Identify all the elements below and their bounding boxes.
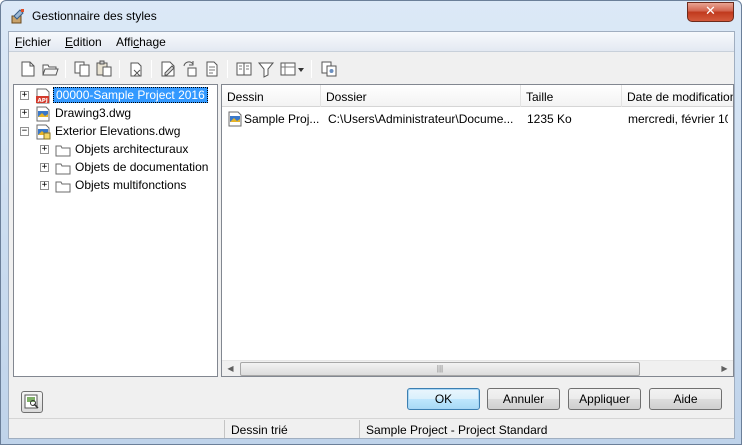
toolbar bbox=[9, 53, 734, 83]
column-header-dossier[interactable]: Dossier bbox=[321, 85, 521, 107]
toolbar-separator bbox=[311, 60, 312, 78]
collapse-toggle[interactable]: − bbox=[20, 127, 29, 136]
window-title: Gestionnaire des styles bbox=[32, 9, 157, 23]
status-cell-empty bbox=[9, 420, 224, 438]
menu-bar: Fichier Edition Affichage bbox=[9, 32, 734, 52]
tree-item-sample-project[interactable]: + APJ 00000-Sample Project 2016 bbox=[14, 87, 214, 105]
column-header-taille[interactable]: Taille bbox=[521, 85, 622, 107]
folder-icon bbox=[55, 145, 71, 157]
properties-icon[interactable] bbox=[203, 60, 221, 78]
close-button[interactable]: ✕ bbox=[687, 2, 734, 22]
purge-icon[interactable] bbox=[127, 60, 145, 78]
tree-label: Objets multifonctions bbox=[75, 178, 187, 192]
horizontal-scrollbar[interactable]: ◀ ||| ▶ bbox=[222, 360, 733, 376]
scroll-right-arrow[interactable]: ▶ bbox=[716, 361, 733, 376]
folder-icon bbox=[55, 181, 71, 193]
cancel-button[interactable]: Annuler bbox=[487, 388, 560, 410]
drawing-icon bbox=[228, 111, 242, 127]
expand-toggle[interactable]: + bbox=[20, 109, 29, 118]
folder-icon bbox=[55, 163, 71, 175]
table-row[interactable]: Sample Proj... C:\Users\Administrateur\D… bbox=[222, 109, 733, 129]
toggle-viewer-button[interactable] bbox=[21, 391, 43, 413]
project-icon: APJ bbox=[36, 88, 50, 104]
title-bar[interactable]: Gestionnaire des styles ✕ bbox=[1, 1, 741, 31]
edit-icon[interactable] bbox=[159, 60, 177, 78]
tree-label: Exterior Elevations.dwg bbox=[55, 124, 181, 138]
tree-item-exterior-elevations[interactable]: − Exterior Elevations.dwg bbox=[14, 123, 214, 141]
status-sort: Dessin trié bbox=[224, 420, 359, 438]
menu-fichier[interactable]: Fichier bbox=[15, 35, 51, 49]
drawing-icon bbox=[36, 106, 50, 122]
status-project-standard: Sample Project - Project Standard bbox=[359, 420, 559, 438]
toolbar-separator bbox=[119, 60, 120, 78]
toggle-view-icon[interactable] bbox=[235, 60, 253, 78]
menu-affichage[interactable]: Affichage bbox=[116, 35, 166, 49]
scroll-left-arrow[interactable]: ◀ bbox=[222, 361, 239, 376]
new-icon[interactable] bbox=[19, 60, 37, 78]
view-options-icon[interactable] bbox=[279, 60, 305, 78]
copy-icon[interactable] bbox=[73, 60, 91, 78]
toolbar-separator bbox=[151, 60, 152, 78]
ok-button[interactable]: OK bbox=[407, 388, 480, 410]
settings-icon[interactable] bbox=[320, 60, 338, 78]
column-header-date[interactable]: Date de modification bbox=[622, 85, 733, 107]
drawing-list[interactable]: Dessin Dossier Taille Date de modificati… bbox=[221, 84, 734, 377]
tree-item-drawing3[interactable]: + Drawing3.dwg bbox=[14, 105, 214, 123]
tree-item-objets-multifonctions[interactable]: + Objets multifonctions bbox=[14, 177, 214, 195]
expand-toggle[interactable]: + bbox=[40, 145, 49, 154]
tree-item-objets-de-documentation[interactable]: + Objets de documentation bbox=[14, 159, 214, 177]
paste-icon[interactable] bbox=[95, 60, 113, 78]
cell-taille: 1235 Ko bbox=[527, 112, 572, 126]
cell-date: mercredi, février 10, 2 bbox=[628, 112, 728, 126]
sort-icon[interactable] bbox=[181, 60, 199, 78]
expand-toggle[interactable]: + bbox=[20, 91, 29, 100]
cell-dessin: Sample Proj... bbox=[244, 112, 320, 126]
drawing-icon bbox=[36, 124, 51, 140]
tree-pane[interactable]: + APJ 00000-Sample Project 2016 + Drawin… bbox=[13, 84, 218, 377]
tree-label: Drawing3.dwg bbox=[55, 106, 132, 120]
filter-icon[interactable] bbox=[257, 60, 275, 78]
style-manager-icon bbox=[11, 9, 24, 24]
svg-text:APJ: APJ bbox=[38, 98, 48, 104]
expand-toggle[interactable]: + bbox=[40, 163, 49, 172]
style-manager-window: Gestionnaire des styles ✕ Fichier Editio… bbox=[0, 0, 742, 445]
tree-label: Objets architecturaux bbox=[75, 142, 189, 156]
expand-toggle[interactable]: + bbox=[40, 181, 49, 190]
client-area: Fichier Edition Affichage + APJ 00000-Sa… bbox=[8, 31, 735, 439]
help-button[interactable]: Aide bbox=[649, 388, 722, 410]
status-bar: Dessin trié Sample Project - Project Sta… bbox=[9, 418, 734, 438]
tree-label: 00000-Sample Project 2016 bbox=[53, 87, 208, 103]
list-header: Dessin Dossier Taille Date de modificati… bbox=[222, 85, 733, 107]
column-header-dessin[interactable]: Dessin bbox=[222, 85, 321, 107]
menu-edition[interactable]: Edition bbox=[65, 35, 102, 49]
cell-dossier: C:\Users\Administrateur\Docume... bbox=[328, 112, 514, 126]
tree-label: Objets de documentation bbox=[75, 160, 209, 174]
toolbar-separator bbox=[65, 60, 66, 78]
viewer-icon bbox=[24, 394, 39, 409]
toolbar-separator bbox=[227, 60, 228, 78]
apply-button[interactable]: Appliquer bbox=[568, 388, 641, 410]
scroll-thumb[interactable]: ||| bbox=[240, 362, 640, 376]
tree-item-objets-architecturaux[interactable]: + Objets architecturaux bbox=[14, 141, 214, 159]
open-icon[interactable] bbox=[41, 60, 59, 78]
